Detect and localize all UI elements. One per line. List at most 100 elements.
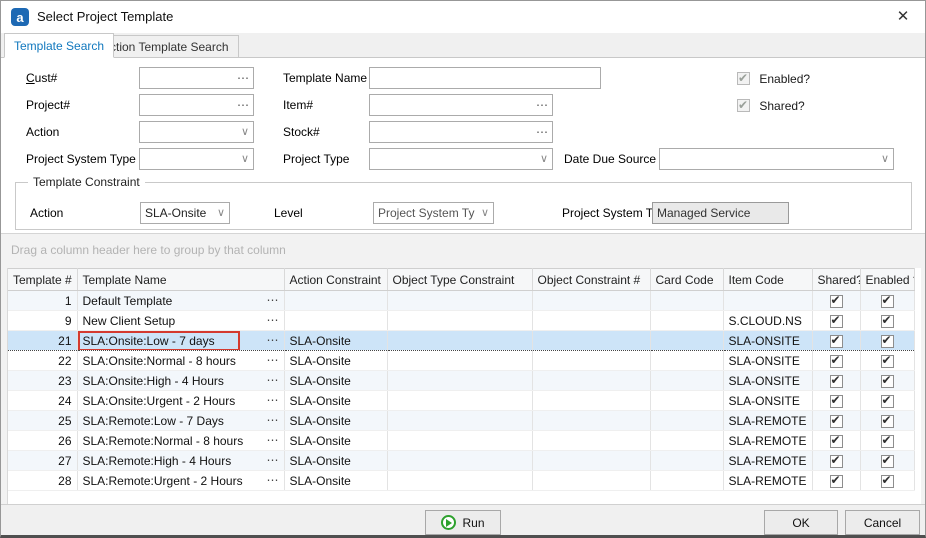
shared-checkbox[interactable] (830, 455, 843, 468)
item-code-cell: SLA-ONSITE (723, 371, 812, 391)
project-input[interactable] (142, 96, 233, 114)
shared-checkbox[interactable] (830, 475, 843, 488)
enabled-checkbox[interactable] (881, 455, 894, 468)
enabled-checkbox[interactable] (881, 335, 894, 348)
ellipsis-button[interactable]: ⋯ (267, 311, 280, 330)
chevron-down-icon: ∨ (481, 203, 489, 223)
constraint-action-value: SLA-Onsite (145, 203, 211, 223)
table-row[interactable]: 26 SLA:Remote:Normal - 8 hours ⋯ SLA-Ons… (8, 431, 914, 451)
table-row[interactable]: 28 SLA:Remote:Urgent - 2 Hours ⋯ SLA-Ons… (8, 471, 914, 491)
project-field[interactable]: ⋯ (139, 94, 254, 116)
enabled-checkbox[interactable] (881, 295, 894, 308)
shared-checkbox[interactable] (830, 415, 843, 428)
cust-input[interactable] (142, 69, 233, 87)
shared-checkbox[interactable] (830, 355, 843, 368)
project-lookup-icon[interactable]: ⋯ (237, 95, 250, 115)
table-row[interactable]: 23 SLA:Onsite:High - 4 Hours ⋯ SLA-Onsit… (8, 371, 914, 391)
column-header[interactable]: Object Constraint # (532, 269, 650, 291)
ellipsis-button[interactable]: ⋯ (267, 351, 280, 370)
enabled-checkbox[interactable] (881, 355, 894, 368)
run-button-label: Run (462, 516, 484, 530)
column-header[interactable]: Action Constraint (284, 269, 387, 291)
table-body: 1 Default Template ⋯ 9 New Client Setup … (8, 291, 914, 491)
ellipsis-button[interactable]: ⋯ (267, 371, 280, 390)
constraint-level-select[interactable]: Project System Type ∨ (373, 202, 494, 224)
template-name-text: SLA:Remote:Normal - 8 hours (83, 434, 244, 448)
column-header[interactable]: Card Code (650, 269, 723, 291)
template-name-field[interactable] (369, 67, 601, 89)
ellipsis-button[interactable]: ⋯ (267, 431, 280, 450)
template-number-cell: 28 (8, 471, 77, 491)
enabled-checkbox[interactable] (881, 435, 894, 448)
template-name-input[interactable] (372, 69, 598, 87)
action-constraint-cell: SLA-Onsite (284, 471, 387, 491)
shared-checkbox[interactable] (830, 295, 843, 308)
shared-checkbox[interactable] (830, 335, 843, 348)
enabled-checkbox[interactable] (881, 315, 894, 328)
enabled-checkbox[interactable] (881, 475, 894, 488)
ellipsis-button[interactable]: ⋯ (267, 291, 280, 310)
ok-button[interactable]: OK (764, 510, 838, 535)
project-system-type-label: Project System Type (26, 148, 136, 170)
template-name-cell: SLA:Onsite:High - 4 Hours ⋯ (77, 371, 284, 391)
item-code-cell: SLA-REMOTE (723, 411, 812, 431)
shared-checkbox[interactable] (830, 395, 843, 408)
table-row[interactable]: 21 SLA:Onsite:Low - 7 days ⋯ SLA-Onsite … (8, 331, 914, 351)
object-constraint-number-cell (532, 311, 650, 331)
table-row[interactable]: 9 New Client Setup ⋯ S.CLOUD.NS (8, 311, 914, 331)
template-number-cell: 24 (8, 391, 77, 411)
item-input[interactable] (372, 96, 532, 114)
ellipsis-button[interactable]: ⋯ (267, 391, 280, 410)
action-constraint-cell: SLA-Onsite (284, 331, 387, 351)
constraint-action-select[interactable]: SLA-Onsite ∨ (140, 202, 230, 224)
column-header[interactable]: Item Code (723, 269, 812, 291)
stock-input[interactable] (372, 123, 532, 141)
constraint-pst-label: Project System Type (562, 202, 652, 224)
column-header[interactable]: Template # (8, 269, 77, 291)
template-name-cell: SLA:Remote:Normal - 8 hours ⋯ (77, 431, 284, 451)
table-row[interactable]: 1 Default Template ⋯ (8, 291, 914, 311)
item-field[interactable]: ⋯ (369, 94, 553, 116)
object-constraint-number-cell (532, 471, 650, 491)
shared-checkbox[interactable] (830, 375, 843, 388)
enabled-checkbox[interactable] (881, 415, 894, 428)
date-due-source-select[interactable]: ∨ (659, 148, 894, 170)
group-by-drop-zone[interactable]: Drag a column header here to group by th… (11, 243, 286, 257)
action-select[interactable]: ∨ (139, 121, 254, 143)
project-system-type-select[interactable]: ∨ (139, 148, 254, 170)
ellipsis-button[interactable]: ⋯ (267, 471, 280, 490)
cust-lookup-icon[interactable]: ⋯ (237, 68, 250, 88)
column-header[interactable]: Object Type Constraint (387, 269, 532, 291)
item-code-cell: SLA-REMOTE (723, 451, 812, 471)
enabled-checkbox[interactable] (881, 375, 894, 388)
ellipsis-button[interactable]: ⋯ (267, 451, 280, 470)
column-header[interactable]: Enabled ? (860, 269, 914, 291)
stock-field[interactable]: ⋯ (369, 121, 553, 143)
chevron-down-icon: ∨ (217, 203, 225, 223)
template-name-cell: New Client Setup ⋯ (77, 311, 284, 331)
table-row[interactable]: 27 SLA:Remote:High - 4 Hours ⋯ SLA-Onsit… (8, 451, 914, 471)
column-header[interactable]: Shared? (812, 269, 860, 291)
chevron-down-icon: ∨ (241, 149, 249, 169)
item-lookup-icon[interactable]: ⋯ (536, 95, 549, 115)
stock-lookup-icon[interactable]: ⋯ (536, 122, 549, 142)
table-row[interactable]: 24 SLA:Onsite:Urgent - 2 Hours ⋯ SLA-Ons… (8, 391, 914, 411)
shared-checkbox (737, 99, 750, 112)
ellipsis-button[interactable]: ⋯ (267, 331, 280, 350)
shared-checkbox[interactable] (830, 315, 843, 328)
ellipsis-button[interactable]: ⋯ (267, 411, 280, 430)
template-constraint-group: Template Constraint Action SLA-Onsite ∨ … (15, 182, 912, 230)
column-header[interactable]: Template Name (77, 269, 284, 291)
table-row[interactable]: 22 SLA:Onsite:Normal - 8 hours ⋯ SLA-Ons… (8, 351, 914, 371)
close-icon[interactable]: ✕ (891, 5, 915, 29)
cust-field[interactable]: ⋯ (139, 67, 254, 89)
shared-checkbox[interactable] (830, 435, 843, 448)
project-type-select[interactable]: ∨ (369, 148, 553, 170)
run-button[interactable]: Run (425, 510, 501, 535)
enabled-checkbox[interactable] (881, 395, 894, 408)
constraint-level-label: Level (274, 202, 303, 224)
template-name-cell: SLA:Remote:High - 4 Hours ⋯ (77, 451, 284, 471)
cancel-button[interactable]: Cancel (845, 510, 920, 535)
table-row[interactable]: 25 SLA:Remote:Low - 7 Days ⋯ SLA-Onsite … (8, 411, 914, 431)
tab-template-search[interactable]: Template Search (4, 33, 114, 58)
